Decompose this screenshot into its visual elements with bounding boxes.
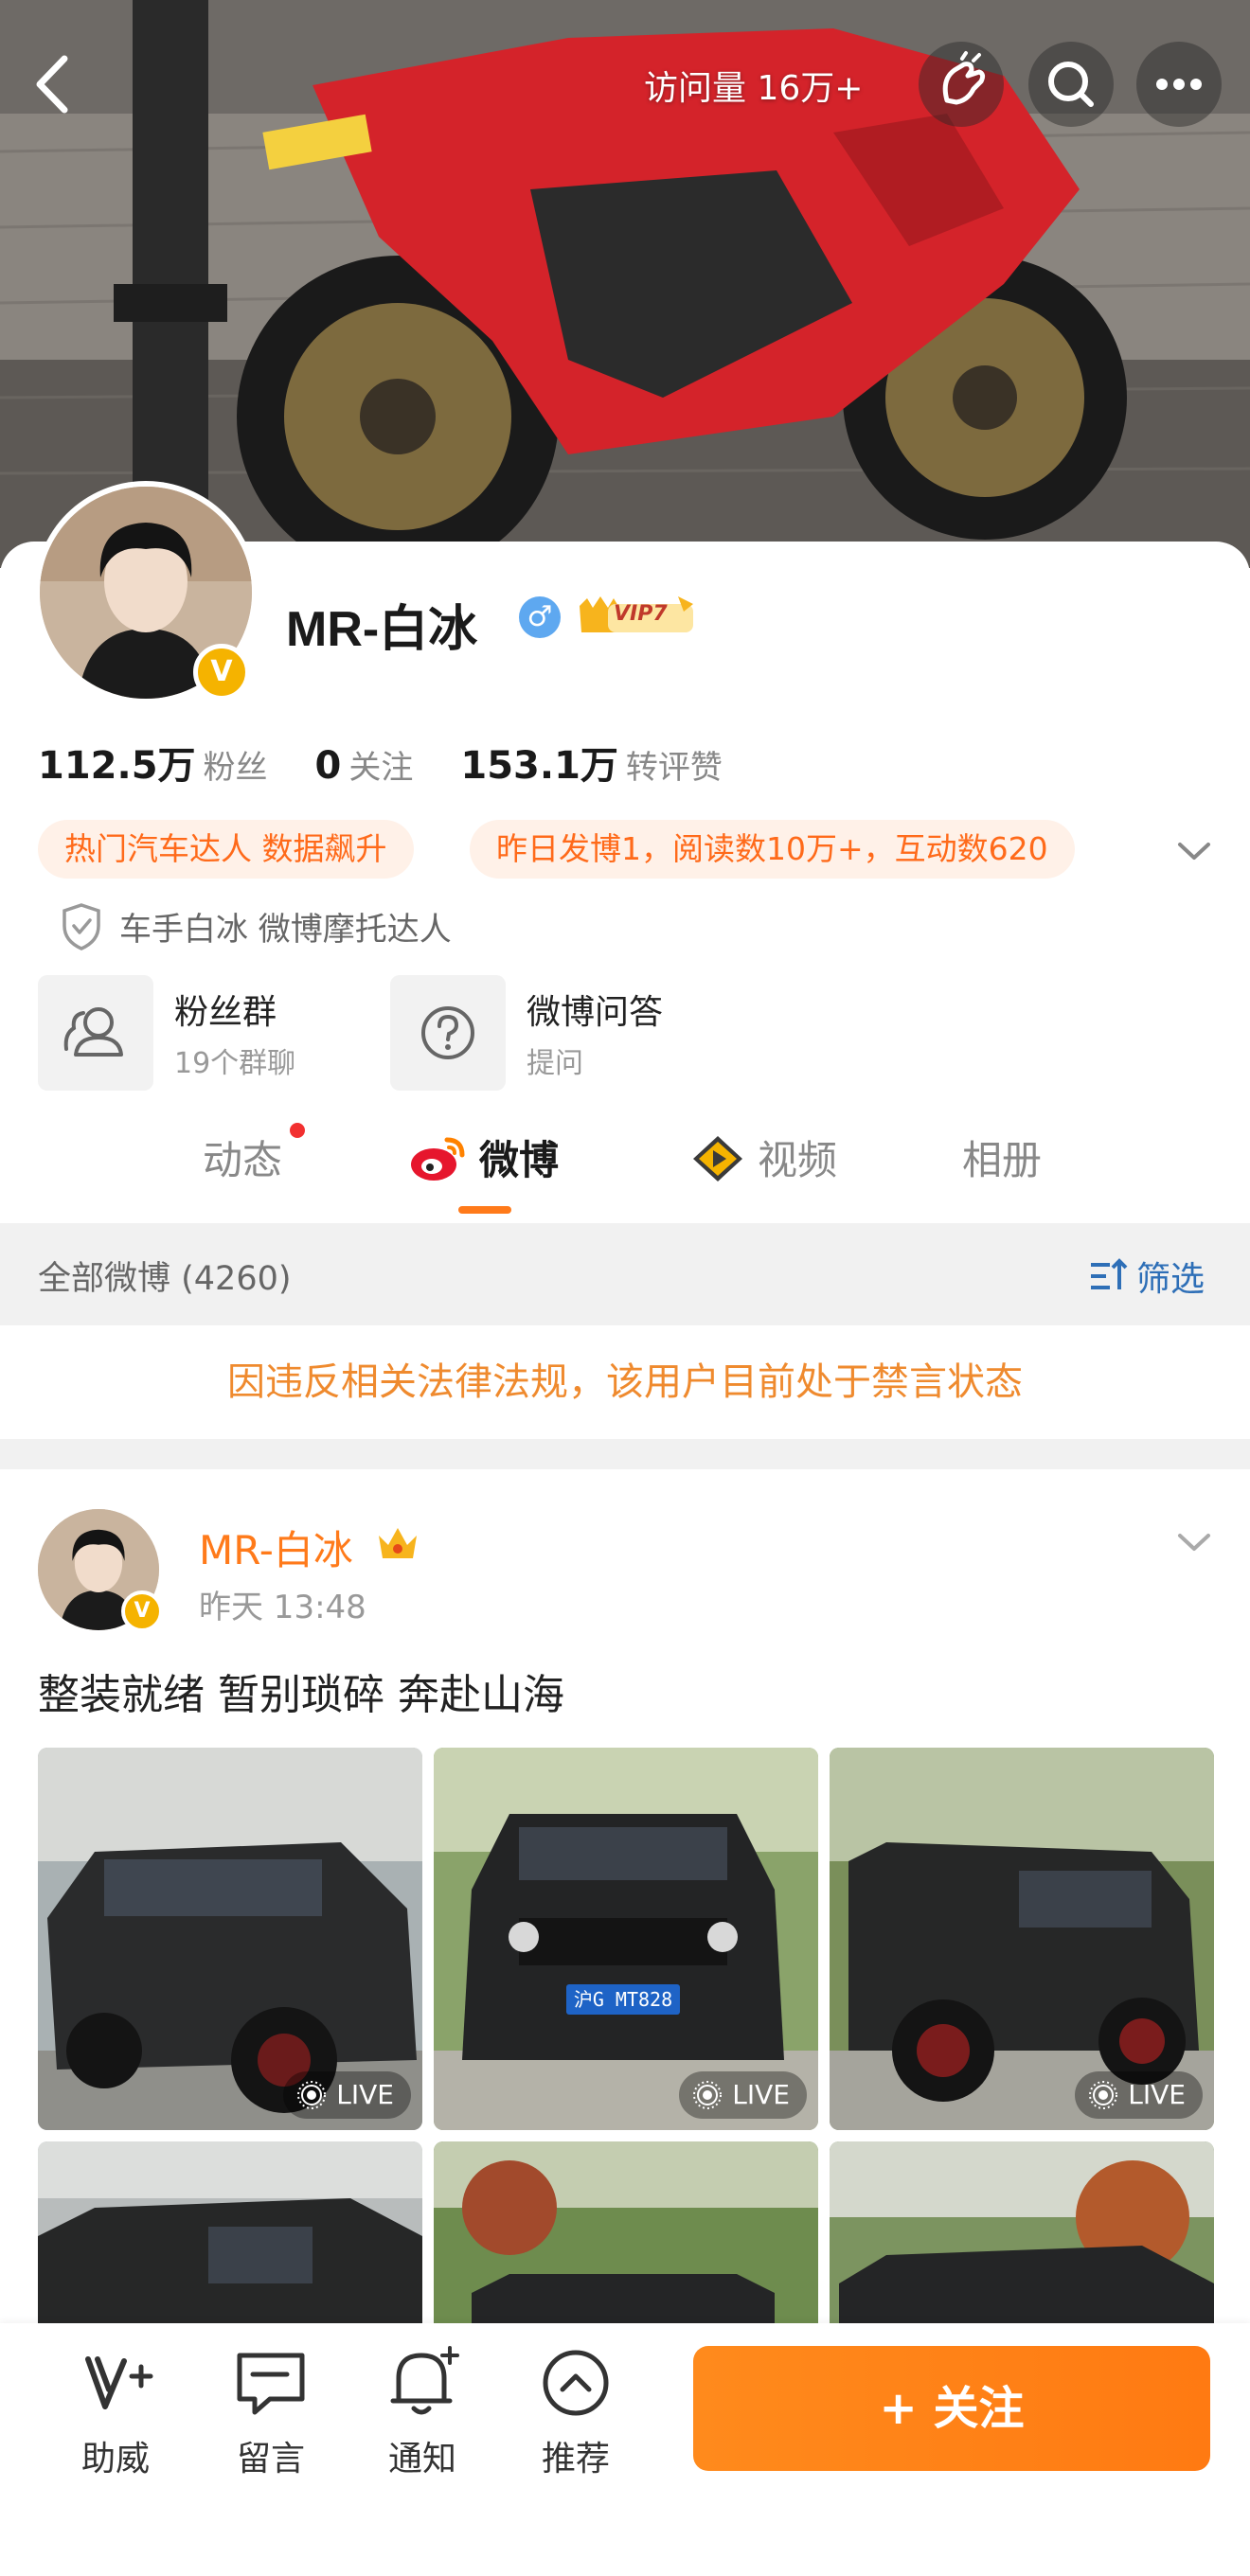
post-photo-4[interactable] [38,2141,422,2323]
post-verified-badge: V [121,1590,163,1632]
visit-count: 访问量 16万+ [644,69,864,108]
license-plate: 沪G MT828 [574,1988,672,2011]
feed-filter-bar: 全部微博 (4260) 筛选 [0,1223,1250,1325]
weibo-logo-icon [411,1137,465,1181]
weibo-qa-sub: 提问 [527,1047,583,1080]
live-photo-icon [297,2081,327,2109]
video-play-icon [693,1136,742,1181]
cover-image: 访问量 16万+ [0,0,1250,568]
bottom-action-bar: 助威 留言 通知 推荐 + 关注 [0,2323,1250,2576]
likes-count: 153.1万 [460,744,618,788]
live-label: LIVE [732,2079,790,2110]
cheer-button[interactable]: 助威 [49,2340,182,2501]
chevron-left-icon [36,55,68,114]
message-button[interactable]: 留言 [205,2340,337,2501]
following-count[interactable]: 0 [315,744,342,788]
search-icon [1048,62,1094,107]
cheer-icon [85,2356,153,2409]
live-badge: LIVE [1075,2071,1203,2119]
fans-group-sub: 19个群聊 [174,1047,296,1080]
follow-button[interactable]: + 关注 [693,2346,1210,2471]
filter-label: 筛选 [1136,1260,1205,1299]
question-icon [390,975,506,1091]
users-icon [38,975,153,1091]
post-photo-6[interactable] [830,2141,1214,2323]
live-badge: LIVE [679,2071,807,2119]
gender-male-icon: ♂ [519,596,561,638]
hot-tag[interactable]: 热门汽车达人 数据飙升 [38,820,414,879]
profile-stats: 112.5万 粉丝 0 关注 153.1万 转评赞 [38,735,770,791]
recommend-icon [543,2350,609,2416]
tip-button[interactable] [919,42,1004,127]
message-label: 留言 [236,2440,305,2478]
fans-label[interactable]: 粉丝 [204,749,268,787]
activity-tag[interactable]: 昨日发博1，阅读数10万+，互动数620 [470,820,1075,879]
post-photo-1[interactable]: LIVE [38,1748,422,2130]
section-divider [0,1439,1250,1469]
following-label[interactable]: 关注 [348,749,413,787]
fans-group-entry[interactable]: 粉丝群 19个群聊 [38,975,360,1093]
shield-check-icon [62,903,100,950]
live-label: LIVE [1128,2079,1186,2110]
back-button[interactable] [19,42,85,127]
top-bar: 访问量 16万+ [0,0,1250,170]
live-photo-icon [1089,2081,1118,2109]
tab-video-label: 视频 [758,1137,838,1183]
search-button[interactable] [1028,42,1114,127]
likes-label: 转评赞 [625,749,723,787]
tab-video[interactable]: 视频 [689,1128,837,1195]
live-badge: LIVE [283,2071,411,2119]
gift-hand-icon [942,51,986,105]
tab-weibo-label: 微博 [479,1137,560,1183]
post-photo-2[interactable]: 沪G MT828 LIVE [434,1748,818,2130]
live-photo-icon [693,2081,723,2109]
expand-chevron-icon[interactable] [1172,829,1216,873]
crown-icon [379,1528,417,1558]
post-photo-5[interactable] [434,2141,818,2323]
profile-tabs: 动态 微博 视频 相册 [0,1110,1250,1223]
unread-dot [290,1123,305,1138]
post-text: 整装就绪 暂别琐碎 奔赴山海 [38,1671,564,1719]
tab-feed[interactable]: 动态 [203,1128,282,1195]
verified-badge: V [193,644,250,701]
filter-button[interactable]: 筛选 [1087,1244,1205,1305]
weibo-qa-title: 微博问答 [527,993,664,1032]
fans-group-title: 粉丝群 [174,993,277,1032]
weibo-qa-entry[interactable]: 微博问答 提问 [390,975,712,1093]
certification-text: 车手白冰 微博摩托达人 [119,911,452,949]
profile-nickname: MR-白冰 [286,602,478,657]
chevron-down-icon[interactable] [1172,1520,1216,1564]
vip-level: VIP7 [614,602,668,626]
notify-button[interactable]: 通知 [356,2340,489,2501]
notify-label: 通知 [387,2440,456,2478]
all-weibo-count: 全部微博 (4260) [38,1260,292,1298]
tab-weibo[interactable]: 微博 [407,1128,559,1195]
ban-notice: 因违反相关法律法规，该用户目前处于禁言状态 [0,1325,1250,1439]
filter-sort-icon [1091,1258,1128,1289]
recommend-label: 推荐 [541,2440,610,2478]
recommend-button[interactable]: 推荐 [509,2340,642,2501]
post-time: 昨天 13:48 [199,1589,366,1626]
more-button[interactable] [1136,42,1222,127]
message-icon [237,2353,305,2415]
live-label: LIVE [336,2079,394,2110]
post-author-name[interactable]: MR-白冰 [199,1519,353,1576]
fans-count[interactable]: 112.5万 [38,744,196,788]
post-photo-3[interactable]: LIVE [830,1748,1214,2130]
more-dots-icon [1156,79,1202,90]
tab-album[interactable]: 相册 [962,1128,1042,1195]
bell-icon [390,2346,459,2415]
active-tab-indicator [458,1206,511,1214]
cheer-label: 助威 [80,2440,150,2478]
